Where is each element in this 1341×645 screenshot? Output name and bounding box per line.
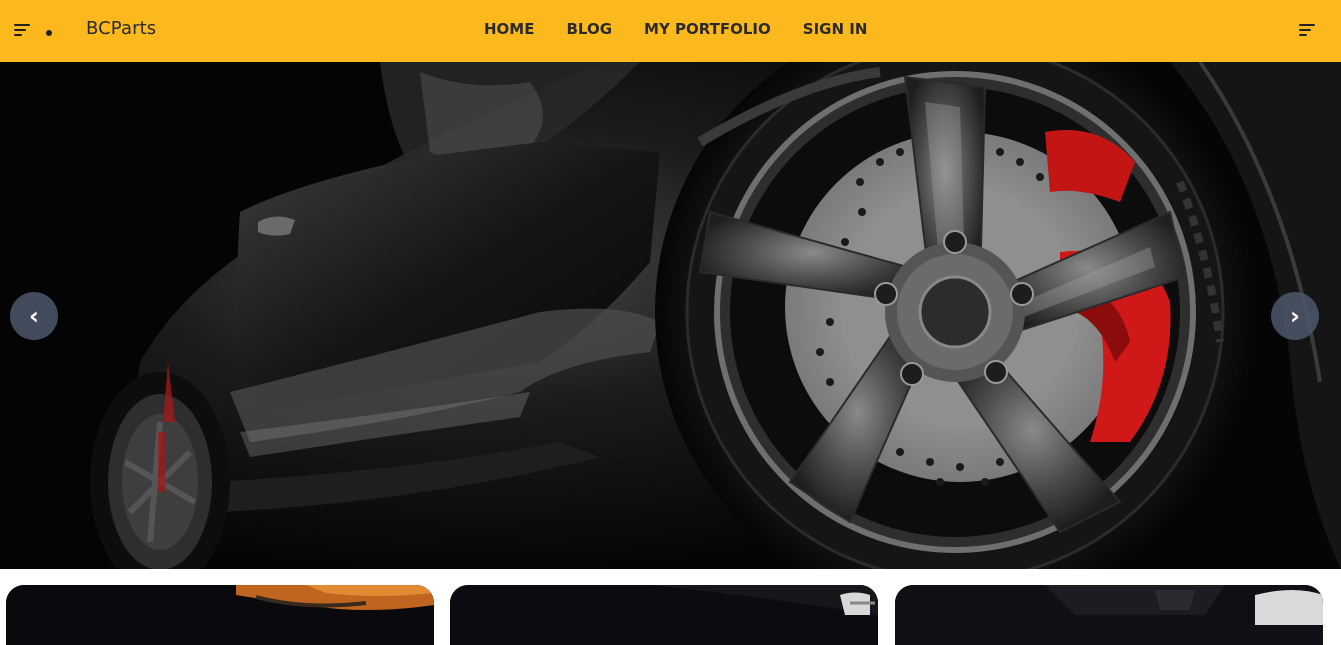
menu-bar bbox=[14, 29, 26, 31]
nav-home[interactable]: HOME bbox=[484, 20, 534, 38]
carousel-next-button[interactable]: › bbox=[1271, 292, 1319, 340]
top-navbar: BCParts HOME BLOG MY PORTFOLIO SIGN IN bbox=[0, 0, 1341, 62]
menu-bar bbox=[1299, 29, 1311, 31]
feature-card[interactable] bbox=[895, 585, 1323, 645]
feature-cards bbox=[0, 569, 1341, 645]
hero-carousel: ‹ › bbox=[0, 62, 1341, 569]
menu-bar bbox=[1299, 24, 1315, 26]
dot-icon bbox=[46, 30, 52, 36]
menu-bar bbox=[14, 24, 30, 26]
menu-icon[interactable] bbox=[14, 23, 30, 37]
brand-logo[interactable]: BCParts bbox=[86, 18, 156, 39]
card-image bbox=[6, 585, 434, 645]
feature-card[interactable] bbox=[6, 585, 434, 645]
main-nav: HOME BLOG MY PORTFOLIO SIGN IN bbox=[484, 20, 867, 38]
menu-bar bbox=[14, 34, 22, 36]
menu-bar bbox=[1299, 34, 1307, 36]
menu-icon[interactable] bbox=[1299, 23, 1315, 37]
card-image bbox=[450, 585, 878, 645]
carousel-prev-button[interactable]: ‹ bbox=[10, 292, 58, 340]
hero-car-image bbox=[0, 62, 1341, 569]
nav-blog[interactable]: BLOG bbox=[566, 20, 612, 38]
nav-my-portfolio[interactable]: MY PORTFOLIO bbox=[644, 20, 771, 38]
nav-sign-in[interactable]: SIGN IN bbox=[803, 20, 868, 38]
card-image bbox=[895, 585, 1323, 645]
feature-card[interactable] bbox=[450, 585, 878, 645]
